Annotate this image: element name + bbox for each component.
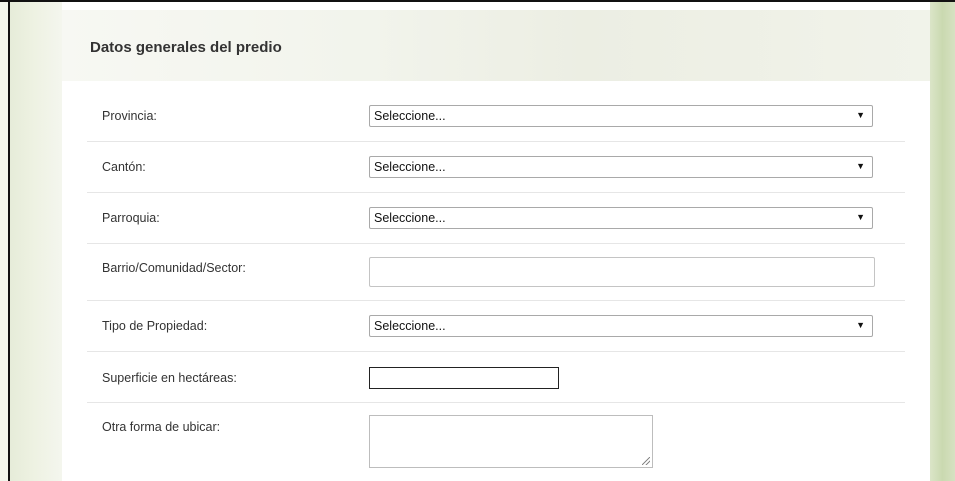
chevron-down-icon: ▼: [856, 161, 865, 171]
background-right: [930, 2, 955, 481]
form-row-canton: Cantón: Seleccione... ▼: [87, 142, 905, 193]
form-row-parroquia: Parroquia: Seleccione... ▼: [87, 193, 905, 244]
provincia-select[interactable]: Seleccione... ▼: [369, 105, 873, 127]
canton-select[interactable]: Seleccione... ▼: [369, 156, 873, 178]
chevron-down-icon: ▼: [856, 110, 865, 120]
superficie-label: Superficie en hectáreas:: [102, 371, 237, 385]
canton-selected-value: Seleccione...: [374, 160, 446, 174]
form-row-provincia: Provincia: Seleccione... ▼: [87, 92, 905, 142]
form-row-otra-forma: Otra forma de ubicar:: [87, 403, 905, 481]
otra-forma-label: Otra forma de ubicar:: [102, 420, 221, 434]
background-left: [10, 2, 62, 481]
barrio-label: Barrio/Comunidad/Sector:: [102, 261, 246, 275]
tipo-propiedad-label: Tipo de Propiedad:: [102, 319, 208, 333]
parroquia-select[interactable]: Seleccione... ▼: [369, 207, 873, 229]
superficie-input[interactable]: [369, 367, 559, 389]
parroquia-selected-value: Seleccione...: [374, 211, 446, 225]
barrio-input[interactable]: [369, 257, 875, 287]
form-row-superficie: Superficie en hectáreas:: [87, 352, 905, 403]
parroquia-label: Parroquia:: [102, 211, 160, 225]
canton-label: Cantón:: [102, 160, 146, 174]
form-row-barrio: Barrio/Comunidad/Sector:: [87, 244, 905, 301]
section-title: Datos generales del predio: [90, 39, 282, 56]
chevron-down-icon: ▼: [856, 212, 865, 222]
provincia-label: Provincia:: [102, 109, 157, 123]
resize-grip-icon[interactable]: [642, 457, 650, 465]
chevron-down-icon: ▼: [856, 320, 865, 330]
tipo-propiedad-select[interactable]: Seleccione... ▼: [369, 315, 873, 337]
otra-forma-textarea[interactable]: [369, 415, 653, 468]
form-panel: Datos generales del predio Provincia: Se…: [62, 2, 930, 481]
tipo-propiedad-selected-value: Seleccione...: [374, 319, 446, 333]
form-row-tipo-propiedad: Tipo de Propiedad: Seleccione... ▼: [87, 301, 905, 352]
provincia-selected-value: Seleccione...: [374, 109, 446, 123]
